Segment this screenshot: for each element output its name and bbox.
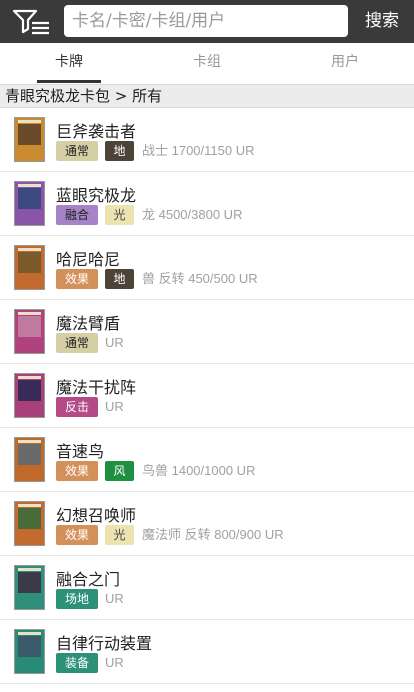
- breadcrumb: 青眼究极龙卡包 > 所有: [0, 84, 414, 108]
- card-type-badge: 融合: [56, 205, 98, 225]
- card-type-badge: 通常: [56, 141, 98, 161]
- card-thumbnail: [14, 437, 45, 482]
- card-thumbnail-art: [18, 380, 41, 401]
- card-stats: UR: [105, 591, 124, 606]
- card-thumbnail-namebar: [18, 376, 41, 379]
- card-stats: 战士 1700/1150 UR: [142, 143, 255, 158]
- search-input[interactable]: [64, 5, 348, 37]
- card-attribute-badge: 光: [105, 525, 134, 545]
- card-thumbnail-art: [18, 316, 41, 337]
- tab-decks[interactable]: 卡组: [175, 43, 239, 84]
- card-thumbnail-art: [18, 444, 41, 465]
- card-thumbnail-art: [18, 188, 41, 209]
- card-stats: UR: [105, 399, 124, 414]
- card-stats: 魔法师 反转 800/900 UR: [142, 527, 284, 542]
- tab-cards[interactable]: 卡牌: [37, 43, 101, 84]
- card-type-badge: 装备: [56, 653, 98, 673]
- tab-bar: 卡牌 卡组 用户: [0, 43, 414, 84]
- top-bar: 搜索: [0, 0, 414, 43]
- card-name: 音速鸟: [56, 442, 105, 461]
- card-row[interactable]: 魔法臂盾 通常 UR: [0, 300, 414, 364]
- card-type-badge: 通常: [56, 333, 98, 353]
- card-row[interactable]: 融合之门 场地 UR: [0, 556, 414, 620]
- search-button[interactable]: 搜索: [356, 6, 408, 36]
- card-row[interactable]: 蓝眼究极龙 融合光龙 4500/3800 UR: [0, 172, 414, 236]
- card-thumbnail: [14, 373, 45, 418]
- card-list: 巨斧袭击者 通常地战士 1700/1150 UR 蓝眼究极龙 融合光龙 4500/38…: [0, 108, 414, 684]
- card-attribute-badge: 风: [105, 461, 134, 481]
- card-thumbnail-art: [18, 252, 41, 273]
- card-name: 巨斧袭击者: [56, 122, 137, 141]
- card-thumbnail-namebar: [18, 184, 41, 187]
- card-name: 魔法臂盾: [56, 314, 121, 333]
- card-name: 融合之门: [56, 570, 121, 589]
- card-attribute-badge: 地: [105, 269, 134, 289]
- card-thumbnail-namebar: [18, 504, 41, 507]
- card-attribute-badge: 光: [105, 205, 134, 225]
- card-thumbnail-art: [18, 572, 41, 593]
- card-name: 幻想召唤师: [56, 506, 137, 525]
- card-row[interactable]: 自律行动装置 装备 UR: [0, 620, 414, 684]
- card-type-badge: 效果: [56, 525, 98, 545]
- card-thumbnail-art: [18, 124, 41, 145]
- card-name: 哈尼哈尼: [56, 250, 121, 269]
- card-thumbnail-art: [18, 636, 41, 657]
- card-name: 魔法干扰阵: [56, 378, 137, 397]
- card-thumbnail: [14, 245, 45, 290]
- card-type-badge: 场地: [56, 589, 98, 609]
- card-thumbnail-namebar: [18, 568, 41, 571]
- card-row[interactable]: 巨斧袭击者 通常地战士 1700/1150 UR: [0, 108, 414, 172]
- card-stats: UR: [105, 655, 124, 670]
- card-thumbnail-namebar: [18, 120, 41, 123]
- card-thumbnail: [14, 629, 45, 674]
- card-type-badge: 反击: [56, 397, 98, 417]
- card-thumbnail: [14, 181, 45, 226]
- card-stats: UR: [105, 335, 124, 350]
- card-thumbnail-art: [18, 508, 41, 529]
- card-thumbnail: [14, 117, 45, 162]
- card-thumbnail: [14, 309, 45, 354]
- active-tab-indicator: [37, 80, 101, 83]
- filter-button[interactable]: [12, 8, 52, 36]
- card-type-badge: 效果: [56, 461, 98, 481]
- card-stats: 鸟兽 1400/1000 UR: [142, 463, 256, 478]
- tab-users[interactable]: 用户: [313, 43, 377, 84]
- card-stats: 兽 反转 450/500 UR: [142, 271, 258, 286]
- card-row[interactable]: 幻想召唤师 效果光魔法师 反转 800/900 UR: [0, 492, 414, 556]
- card-row[interactable]: 音速鸟 效果风鸟兽 1400/1000 UR: [0, 428, 414, 492]
- card-thumbnail-namebar: [18, 248, 41, 251]
- card-name: 蓝眼究极龙: [56, 186, 137, 205]
- filter-list-icon: [12, 9, 49, 35]
- card-stats: 龙 4500/3800 UR: [142, 207, 243, 222]
- card-name: 自律行动装置: [56, 634, 153, 653]
- card-attribute-badge: 地: [105, 141, 134, 161]
- card-thumbnail: [14, 501, 45, 546]
- card-thumbnail: [14, 565, 45, 610]
- card-row[interactable]: 魔法干扰阵 反击 UR: [0, 364, 414, 428]
- card-thumbnail-namebar: [18, 312, 41, 315]
- card-row[interactable]: 哈尼哈尼 效果地兽 反转 450/500 UR: [0, 236, 414, 300]
- card-thumbnail-namebar: [18, 632, 41, 635]
- card-type-badge: 效果: [56, 269, 98, 289]
- card-thumbnail-namebar: [18, 440, 41, 443]
